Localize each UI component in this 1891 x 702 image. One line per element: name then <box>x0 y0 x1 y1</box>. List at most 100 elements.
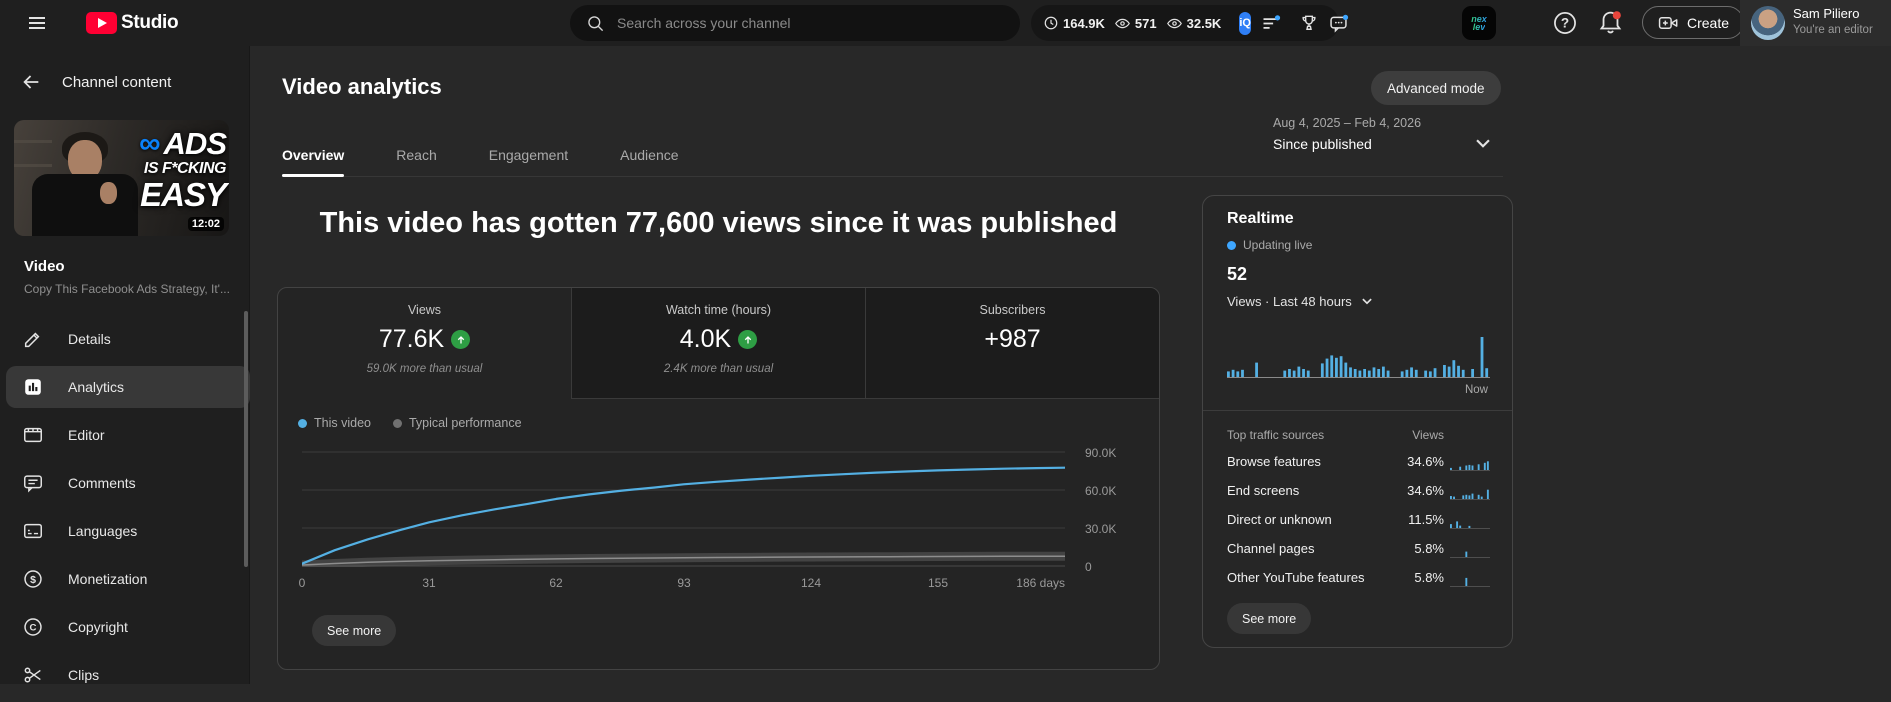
sidebar-item-monetization[interactable]: $ Monetization <box>6 558 250 600</box>
search-bar[interactable] <box>570 5 1020 41</box>
x-tick: 124 <box>800 576 822 590</box>
views-line-chart <box>302 451 1065 567</box>
tab-audience[interactable]: Audience <box>620 138 678 176</box>
video-section-label: Video <box>24 258 65 275</box>
table-row[interactable]: Channel pages 5.8% <box>1227 534 1490 563</box>
sidebar-item-copyright[interactable]: C Copyright <box>6 606 250 648</box>
create-video-icon <box>1658 16 1678 29</box>
sort-list-icon[interactable] <box>1260 13 1281 34</box>
chevron-down-icon <box>1362 298 1372 305</box>
svg-text:?: ? <box>1561 16 1569 31</box>
help-icon[interactable]: ? <box>1552 10 1578 36</box>
legend-dot <box>298 418 307 428</box>
table-row[interactable]: End screens 34.6% <box>1227 476 1490 505</box>
y-tick: 0 <box>1085 560 1092 574</box>
table-header: Top traffic sources Views <box>1227 428 1444 442</box>
extension-stats-bar: 164.9K 571 32.5K iQ <box>1031 5 1349 41</box>
x-tick: 155 <box>927 576 949 590</box>
traffic-sparkline <box>1450 520 1490 529</box>
pencil-icon <box>22 328 44 350</box>
user-account-card[interactable]: Sam Piliero You're an editor <box>1740 0 1891 46</box>
sidebar-item-editor[interactable]: Editor <box>6 414 250 456</box>
y-tick: 60.0K <box>1085 484 1117 498</box>
legend-typical-performance: Typical performance <box>392 416 522 430</box>
realtime-range-selector[interactable]: Views · Last 48 hours <box>1227 292 1376 310</box>
studio-wordmark: Studio <box>121 12 179 33</box>
thumbnail-title-text: ∞ ADS IS F*CKING EASY <box>139 126 227 213</box>
views-stat-small[interactable]: 571 <box>1114 15 1157 32</box>
divider <box>1203 410 1512 411</box>
notifications-bell-icon[interactable] <box>1597 9 1624 36</box>
sidebar-item-clips[interactable]: Clips <box>6 654 250 696</box>
thumbnail-decor <box>14 164 52 167</box>
nexlev-extension-logo[interactable]: nex lev <box>1462 6 1496 40</box>
table-row[interactable]: Other YouTube features 5.8% <box>1227 563 1490 592</box>
realtime-status: Updating live <box>1227 238 1312 252</box>
sidebar: Channel content ∞ ADS IS F*CKING EASY 12… <box>0 46 250 684</box>
thumbnail-person <box>100 182 117 204</box>
sidebar-item-comments[interactable]: Comments <box>6 462 250 504</box>
metric-subscribers[interactable]: Subscribers +987 <box>865 288 1159 399</box>
sidebar-item-details[interactable]: Details <box>6 318 250 360</box>
youtube-play-icon <box>86 12 117 34</box>
svg-text:$: $ <box>30 574 36 586</box>
sidebar-item-analytics[interactable]: Analytics <box>6 366 250 408</box>
y-tick: 30.0K <box>1085 522 1117 536</box>
chat-icon[interactable] <box>1328 13 1349 34</box>
date-range-text: Aug 4, 2025 – Feb 4, 2026 <box>1273 116 1422 130</box>
now-label: Now <box>1464 384 1488 396</box>
y-tick: 90.0K <box>1085 446 1117 460</box>
video-thumbnail[interactable]: ∞ ADS IS F*CKING EASY 12:02 <box>14 120 229 236</box>
back-arrow-icon[interactable] <box>20 71 42 93</box>
table-row[interactable]: Direct or unknown 11.5% <box>1227 505 1490 534</box>
back-header: Channel content <box>0 64 249 100</box>
sidebar-menu: Details Analytics Editor Comments Langua… <box>0 318 250 702</box>
sidebar-item-languages[interactable]: Languages <box>6 510 250 552</box>
realtime-panel: Realtime Updating live 52 Views · Last 4… <box>1202 195 1513 648</box>
x-tick: 93 <box>677 576 691 590</box>
video-duration-badge: 12:02 <box>187 217 224 231</box>
create-button[interactable]: Create <box>1642 6 1745 39</box>
user-name: Sam Piliero <box>1793 6 1860 21</box>
x-axis-ticks: 0 31 62 93 124 155 186 days <box>298 576 1065 590</box>
thumbnail-decor <box>14 140 52 143</box>
comments-icon <box>22 472 44 494</box>
vidiq-badge-icon[interactable]: iQ <box>1239 11 1251 35</box>
date-range-selector[interactable]: Aug 4, 2025 – Feb 4, 2026 Since publishe… <box>1273 116 1421 152</box>
trophy-icon[interactable] <box>1299 13 1319 33</box>
menu-hamburger-icon[interactable] <box>24 11 50 35</box>
clock-icon <box>1044 16 1058 30</box>
search-input[interactable] <box>615 14 1004 32</box>
tab-reach[interactable]: Reach <box>396 138 436 176</box>
eye-icon <box>1114 18 1130 28</box>
advanced-mode-button[interactable]: Advanced mode <box>1371 71 1501 105</box>
user-role: You're an editor <box>1793 24 1873 36</box>
see-more-button[interactable]: See more <box>1227 603 1312 634</box>
analytics-icon <box>22 376 44 398</box>
eye-icon <box>1166 18 1182 28</box>
chart-legend: This video Typical performance <box>298 416 522 430</box>
x-tick: 0 <box>298 576 306 590</box>
metric-views[interactable]: Views 77.6K 59.0K more than usual <box>278 288 571 399</box>
date-mode-text: Since published <box>1273 136 1372 152</box>
search-icon <box>586 14 605 33</box>
copyright-icon: C <box>22 616 44 638</box>
tab-overview[interactable]: Overview <box>282 138 345 177</box>
subtitles-icon <box>22 520 44 542</box>
table-row[interactable]: Browse features 34.6% <box>1227 447 1490 476</box>
watch-time-stat[interactable]: 164.9K <box>1043 15 1105 31</box>
sidebar-scrollbar[interactable] <box>244 311 248 567</box>
tab-engagement[interactable]: Engagement <box>489 138 568 176</box>
metric-watch-time[interactable]: Watch time (hours) 4.0K 2.4K more than u… <box>571 288 865 399</box>
thumbnail-person <box>32 174 138 236</box>
traffic-sparkline <box>1450 551 1490 558</box>
views-stat-large[interactable]: 32.5K <box>1166 15 1221 32</box>
youtube-studio-logo[interactable]: Studio <box>86 12 179 34</box>
dollar-circle-icon: $ <box>22 568 44 590</box>
analytics-chart-card: Views 77.6K 59.0K more than usual Watch … <box>277 287 1160 670</box>
views-headline: This video has gotten 77,600 views since… <box>319 207 1118 239</box>
x-tick: 186 days <box>1016 576 1065 590</box>
see-more-button[interactable]: See more <box>312 615 397 646</box>
chevron-down-icon[interactable] <box>1470 130 1496 156</box>
film-editor-icon <box>22 424 44 446</box>
